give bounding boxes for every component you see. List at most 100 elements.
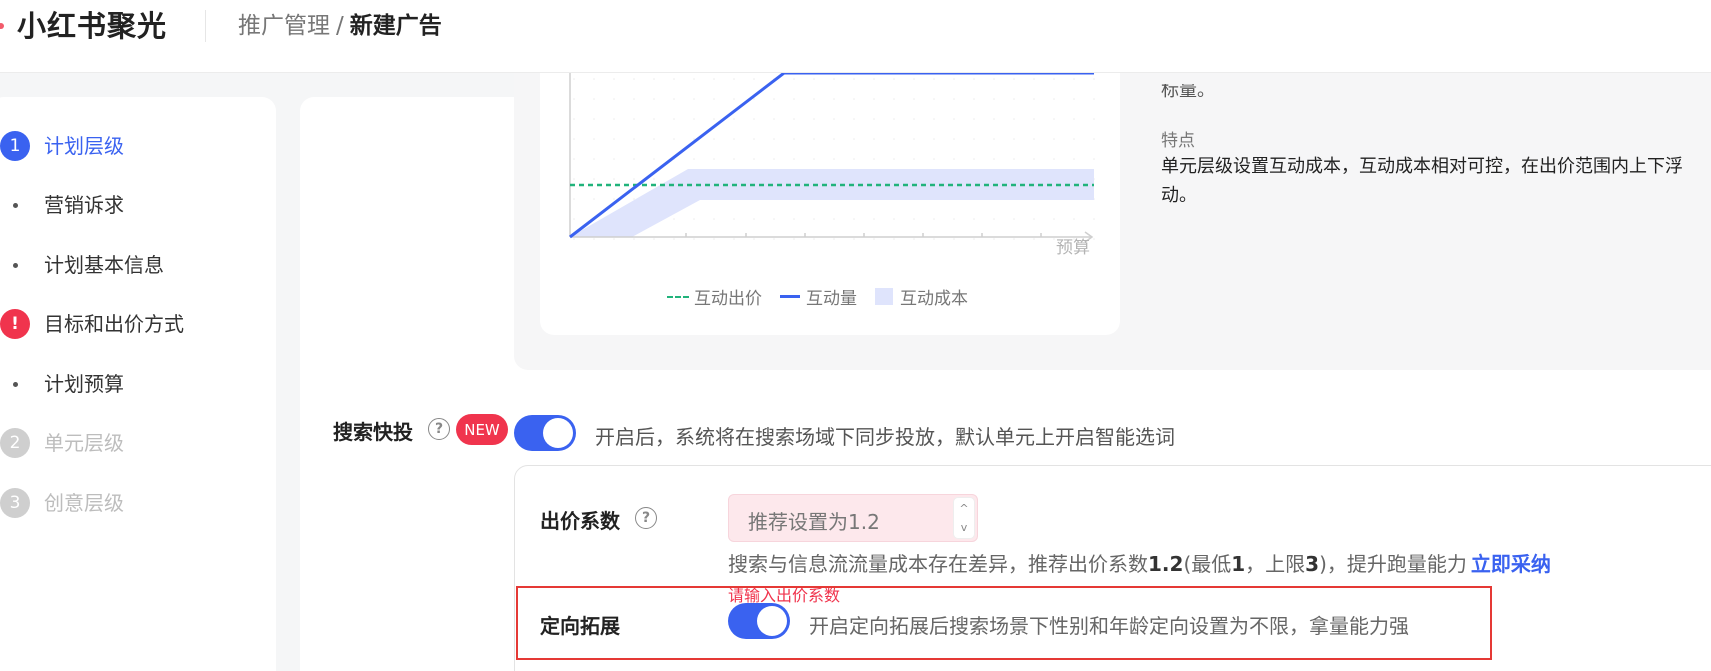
grid-dot	[893, 218, 895, 220]
grid-dot	[1093, 158, 1095, 160]
grid-dot	[853, 218, 855, 220]
step-number: 1	[0, 131, 30, 161]
grid-dot	[893, 158, 895, 160]
brand-name[interactable]: 小红书聚光	[17, 8, 167, 44]
step-label: 目标和出价方式	[44, 312, 184, 336]
grid-dot	[873, 218, 875, 220]
grid-dot	[813, 238, 815, 240]
grid-dot	[693, 118, 695, 120]
search-boost-help-icon[interactable]: ?	[428, 418, 450, 440]
grid-dot	[993, 218, 995, 220]
step-number: 3	[0, 488, 30, 518]
grid-dot	[1033, 118, 1035, 120]
grid-dot	[613, 138, 615, 140]
grid-dot	[1093, 98, 1095, 100]
grid-dot	[773, 98, 775, 100]
grid-dot	[1033, 98, 1035, 100]
grid-dot	[593, 138, 595, 140]
grid-dot	[573, 198, 575, 200]
grid-dot	[893, 98, 895, 100]
stepper-up-icon[interactable]: ^	[954, 499, 974, 519]
grid-dot	[1033, 138, 1035, 140]
search-boost-toggle[interactable]	[514, 415, 576, 451]
step-bullet	[13, 382, 18, 387]
bid-coefficient-input[interactable]: 推荐设置为1.2 ^ v	[728, 494, 978, 542]
grid-dot	[633, 118, 635, 120]
grid-dot	[1033, 238, 1035, 240]
legend-label-volume: 互动量	[806, 289, 857, 309]
hint-max-prefix: ，上限	[1245, 552, 1306, 576]
grid-dot	[953, 138, 955, 140]
grid-dot	[573, 238, 575, 240]
hint-min-prefix: (最低	[1183, 552, 1232, 576]
legend-item-volume: 互动量	[780, 284, 857, 309]
grid-dot	[733, 238, 735, 240]
grid-dot	[1053, 98, 1055, 100]
bid-coefficient-stepper: ^ v	[953, 497, 975, 539]
grid-dot	[1013, 78, 1015, 80]
step-label: 单元层级	[44, 431, 124, 455]
grid-dot	[693, 218, 695, 220]
grid-dot	[833, 218, 835, 220]
breadcrumb-parent-link[interactable]: 推广管理	[238, 13, 330, 39]
grid-dot	[853, 98, 855, 100]
grid-dot	[613, 98, 615, 100]
grid-dot	[813, 138, 815, 140]
grid-dot	[1053, 158, 1055, 160]
grid-dot	[573, 78, 575, 80]
grid-dot	[773, 118, 775, 120]
grid-dot	[753, 78, 755, 80]
grid-dot	[713, 118, 715, 120]
bid-coefficient-help-icon[interactable]: ?	[635, 507, 657, 529]
grid-dot	[953, 78, 955, 80]
grid-dot	[933, 218, 935, 220]
grid-dot	[1033, 78, 1035, 80]
grid-dot	[673, 238, 675, 240]
grid-dot	[613, 118, 615, 120]
header-divider	[205, 10, 206, 42]
grid-dot	[813, 98, 815, 100]
grid-dot	[1093, 238, 1095, 240]
search-boost-label: 搜索快投	[333, 420, 413, 444]
grid-dot	[913, 238, 915, 240]
grid-dot	[733, 98, 735, 100]
grid-dot	[733, 78, 735, 80]
grid-dot	[933, 98, 935, 100]
grid-dot	[573, 218, 575, 220]
chart-card: 互动出价 互动量 互动成本	[540, 73, 1120, 335]
grid-dot	[693, 98, 695, 100]
grid-dot	[993, 238, 995, 240]
grid-dot	[633, 238, 635, 240]
grid-dot	[673, 78, 675, 80]
grid-dot	[773, 138, 775, 140]
step-label: 创意层级	[44, 491, 124, 515]
hint-suffix: )，提升跑量能力	[1319, 552, 1467, 576]
grid-dot	[713, 138, 715, 140]
stepper-down-icon[interactable]: v	[954, 518, 974, 538]
grid-dot	[793, 138, 795, 140]
bid-coefficient-label: 出价系数	[540, 509, 620, 533]
grid-dot	[633, 178, 635, 180]
grid-dot	[1073, 118, 1075, 120]
grid-dot	[633, 98, 635, 100]
bid-coefficient-placeholder: 推荐设置为1.2	[748, 510, 880, 534]
grid-dot	[873, 238, 875, 240]
grid-dot	[1013, 118, 1015, 120]
grid-dot	[593, 178, 595, 180]
grid-dot	[753, 238, 755, 240]
grid-dot	[593, 98, 595, 100]
grid-dot	[1053, 118, 1055, 120]
targeting-expand-toggle[interactable]	[728, 603, 790, 639]
targeting-expand-description: 开启定向拓展后搜索场景下性别和年龄定向设置为不限，拿量能力强	[809, 614, 1409, 638]
grid-dot	[653, 138, 655, 140]
grid-dot	[933, 118, 935, 120]
adopt-now-link[interactable]: 立即采纳	[1471, 552, 1551, 576]
grid-dot	[853, 138, 855, 140]
grid-dot	[673, 138, 675, 140]
legend-dash-swatch	[667, 295, 689, 298]
grid-dot	[613, 158, 615, 160]
grid-dot	[613, 198, 615, 200]
grid-dot	[633, 158, 635, 160]
grid-dot	[773, 238, 775, 240]
grid-dot	[573, 98, 575, 100]
